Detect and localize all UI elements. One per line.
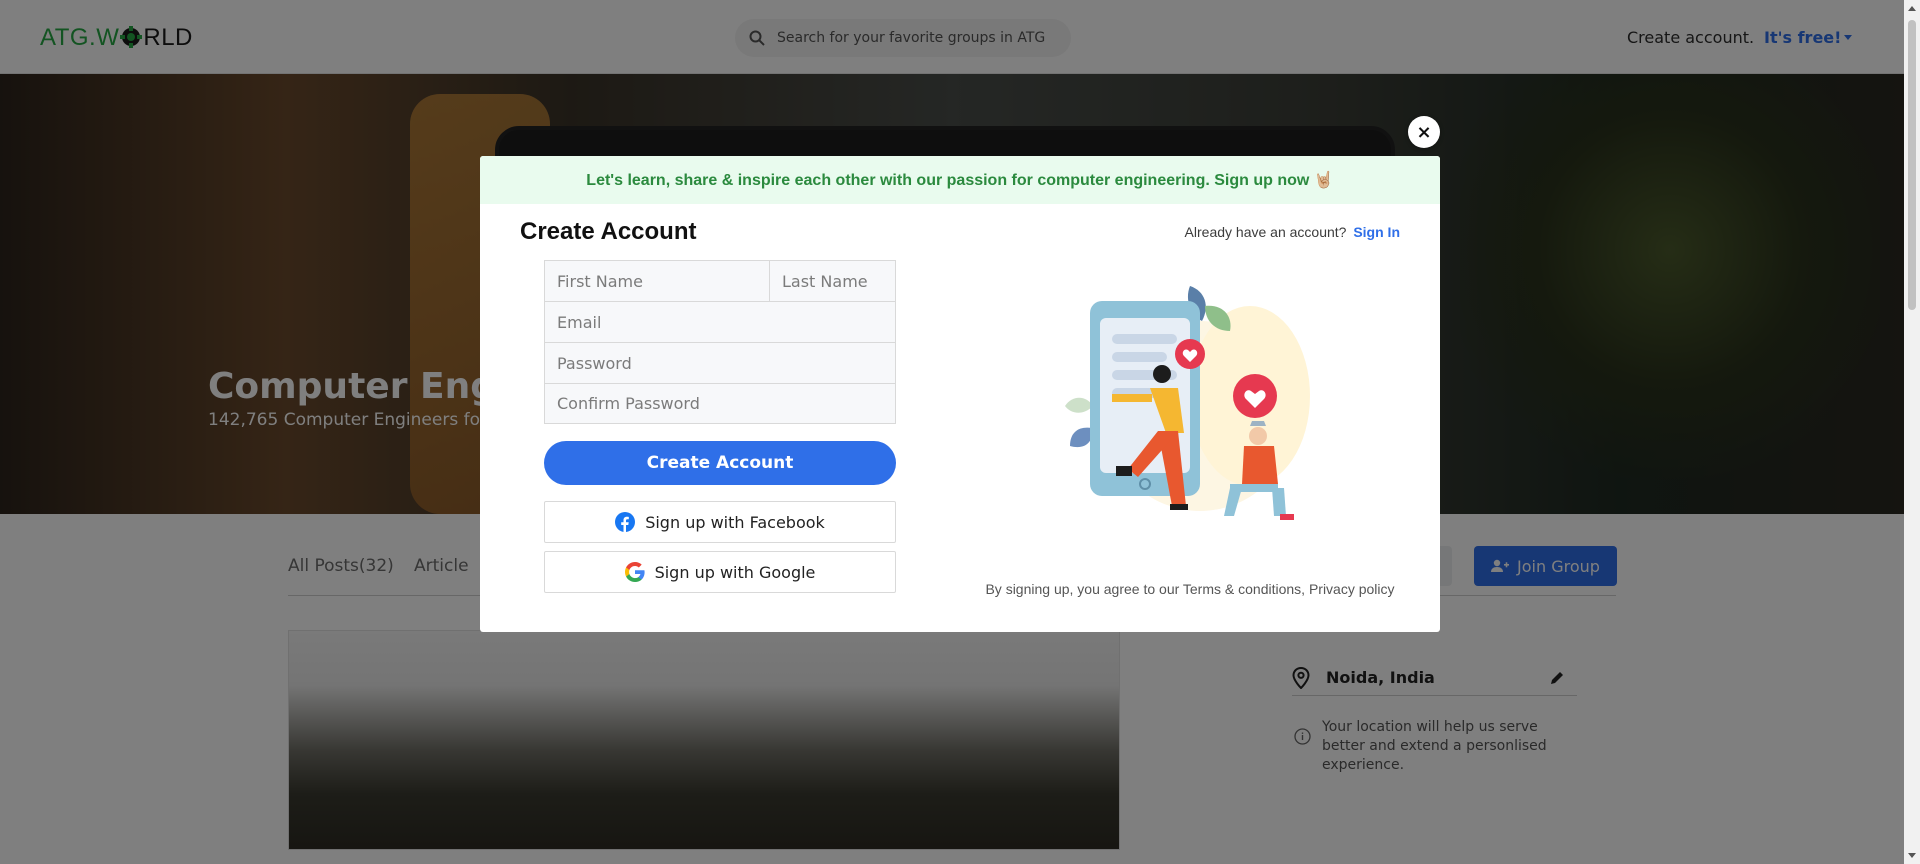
scrollbar-thumb[interactable] — [1908, 20, 1916, 310]
facebook-signup-button[interactable]: Sign up with Facebook — [544, 501, 896, 543]
confirm-password-row — [544, 383, 896, 424]
sign-in-link[interactable]: Sign In — [1353, 224, 1400, 240]
already-have-account: Already have an account? Sign In — [1185, 224, 1400, 240]
confirm-password-field[interactable] — [545, 384, 895, 423]
signup-banner: Let's learn, share & inspire each other … — [480, 156, 1440, 204]
create-account-button[interactable]: Create Account — [544, 441, 896, 485]
signup-form — [544, 260, 994, 424]
google-signup-button[interactable]: Sign up with Google — [544, 551, 896, 593]
email-field[interactable] — [545, 302, 895, 342]
password-field[interactable] — [545, 343, 895, 383]
first-name-field[interactable] — [545, 261, 770, 301]
google-icon — [624, 562, 645, 582]
facebook-signup-label: Sign up with Facebook — [645, 512, 825, 532]
signup-modal: Let's learn, share & inspire each other … — [480, 156, 1440, 632]
google-signup-label: Sign up with Google — [654, 562, 816, 582]
modal-title: Create Account — [520, 218, 697, 245]
name-row — [544, 260, 994, 301]
terms-text: By signing up, you agree to our Terms & … — [985, 581, 1395, 597]
scroll-down-arrow-icon[interactable] — [1908, 853, 1916, 858]
password-row — [544, 342, 896, 383]
email-row — [544, 301, 896, 342]
last-name-field[interactable] — [770, 261, 994, 301]
signup-illustration — [1065, 286, 1310, 520]
facebook-icon — [615, 512, 636, 532]
close-modal-button[interactable]: × — [1408, 116, 1440, 148]
scroll-up-arrow-icon[interactable] — [1908, 6, 1916, 11]
already-have-account-text: Already have an account? — [1184, 224, 1347, 240]
page-scrollbar[interactable] — [1904, 0, 1920, 864]
